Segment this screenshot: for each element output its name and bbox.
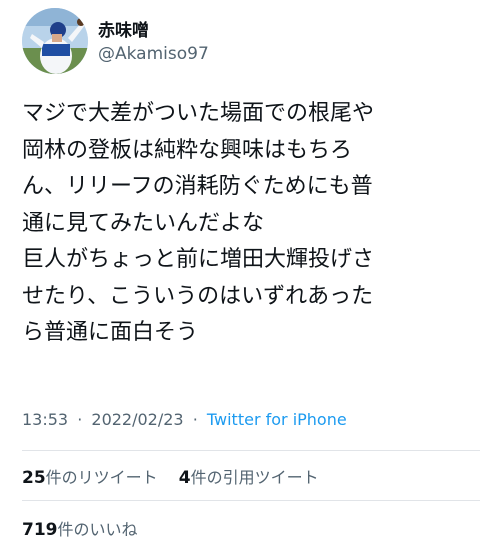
retweets-label: 件のリツイート [45, 468, 158, 487]
display-name[interactable]: 赤味噌 [98, 16, 149, 41]
tweet-text-line: ん、リリーフの消耗防ぐためにも普 [22, 174, 373, 199]
user-handle[interactable]: @Akamiso97 [98, 44, 209, 64]
tweet-source-link[interactable]: Twitter for iPhone [207, 410, 347, 429]
quotes-stat[interactable]: 4件の引用ツイート [179, 464, 319, 488]
tweet-text-line: マジで大差がついた場面での根尾や [22, 101, 375, 126]
tweet-text-line: せたり、こういうのはいずれあった [22, 283, 374, 309]
tweet-text-line: ら普通に面白そう [22, 320, 199, 345]
divider [22, 500, 480, 501]
tweet-date[interactable]: 2022/02/23 [91, 410, 183, 429]
likes-label: 件のいいね [57, 520, 138, 539]
likes-stats-row: 719件のいいね [22, 516, 138, 540]
retweet-stats-row: 25件のリツイート 4件の引用ツイート [22, 464, 319, 488]
tweet-time[interactable]: 13:53 [22, 410, 68, 429]
tweet-text-line: 巨人がちょっと前に増田大輝投げさ [22, 247, 375, 272]
tweet-text: マジで大差がついた場面での根尾や 岡林の登板は純粋な興味はもちろ ん、リリーフの… [22, 96, 470, 352]
likes-stat[interactable]: 719件のいいね [22, 516, 138, 540]
divider [22, 450, 480, 451]
tweet-meta: 13:53 · 2022/02/23 · Twitter for iPhone [22, 410, 347, 429]
likes-count: 719 [22, 520, 58, 540]
avatar[interactable] [22, 8, 88, 74]
retweets-count: 25 [22, 468, 46, 488]
tweet-text-line: 通に見てみたいんだよな [22, 210, 265, 236]
quotes-label: 件の引用ツイート [190, 468, 319, 487]
retweets-stat[interactable]: 25件のリツイート [22, 464, 158, 488]
meta-separator: · [192, 410, 198, 429]
avatar-image [22, 8, 88, 74]
tweet-header: 赤味噌 @Akamiso97 [22, 8, 462, 74]
meta-separator: · [77, 410, 83, 429]
quotes-count: 4 [178, 468, 191, 488]
tweet-text-line: 岡林の登板は純粋な興味はもちろ [22, 137, 353, 163]
